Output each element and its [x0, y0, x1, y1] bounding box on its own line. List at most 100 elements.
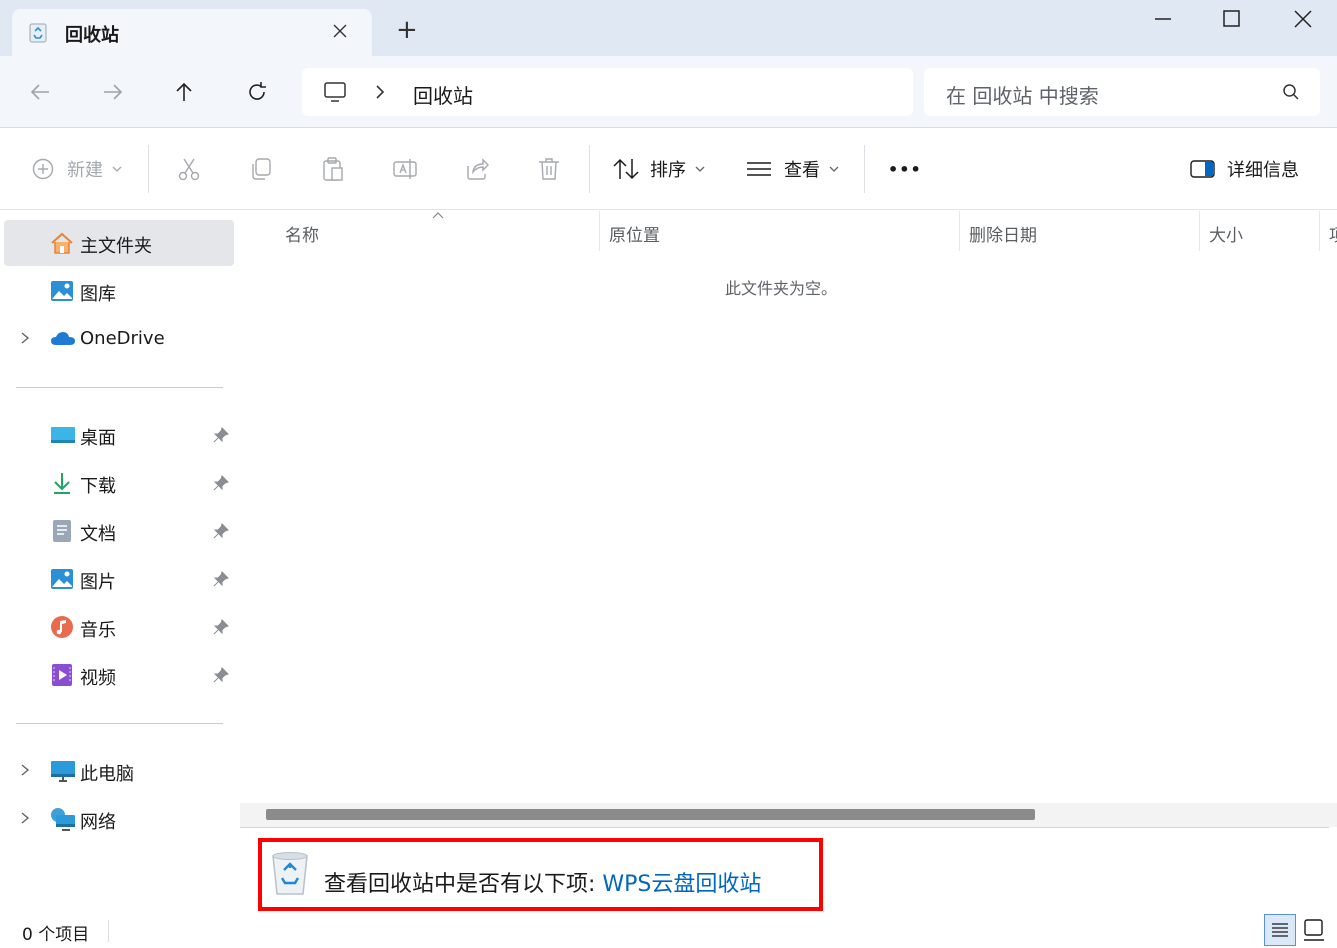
refresh-button[interactable]: [239, 74, 275, 110]
banner-prompt: 查看回收站中是否有以下项:: [324, 872, 603, 897]
desktop-icon: [50, 423, 75, 447]
sidebar-item-gallery[interactable]: 图库: [4, 268, 234, 314]
column-header-name[interactable]: 名称: [285, 221, 319, 246]
sidebar-item-this-pc[interactable]: 此电脑: [4, 748, 234, 794]
details-pane-icon: [1190, 160, 1215, 178]
tiles-view-icon: [1304, 919, 1324, 941]
paste-button[interactable]: [320, 153, 346, 185]
delete-button[interactable]: [536, 153, 562, 185]
gallery-icon: [50, 279, 74, 303]
close-window-button[interactable]: [1294, 10, 1312, 28]
breadcrumb[interactable]: 回收站: [413, 80, 473, 109]
plus-circle-icon: [32, 158, 54, 180]
pin-icon[interactable]: [212, 426, 230, 444]
chevron-right-icon[interactable]: [18, 811, 32, 825]
maximize-button[interactable]: [1223, 10, 1241, 28]
search-placeholder: 在 回收站 中搜索: [946, 84, 1099, 108]
details-view-icon: [1272, 923, 1288, 937]
sidebar-item-label: 此电脑: [80, 764, 134, 785]
pin-icon[interactable]: [212, 522, 230, 540]
download-icon: [50, 471, 74, 495]
more-options-button[interactable]: •••: [888, 153, 922, 185]
rename-button[interactable]: [392, 153, 418, 185]
document-icon: [50, 519, 74, 543]
sidebar-item-documents[interactable]: 文档: [4, 508, 234, 554]
tab-recycle-bin[interactable]: 回收站: [12, 9, 372, 56]
tiles-view-button[interactable]: [1300, 916, 1328, 944]
sidebar-item-music[interactable]: 音乐: [4, 604, 234, 650]
chevron-right-icon[interactable]: [374, 85, 386, 99]
toolbar-divider: [589, 145, 590, 193]
arrow-up-icon: [176, 82, 192, 101]
column-divider[interactable]: [1199, 211, 1200, 251]
sidebar-item-label: 主文件夹: [80, 236, 152, 257]
sidebar-item-network[interactable]: 网络: [4, 796, 234, 842]
pin-icon[interactable]: [212, 618, 230, 636]
search-icon: [1282, 83, 1300, 101]
view-button[interactable]: 查看: [746, 153, 840, 185]
chevron-down-icon: [829, 166, 839, 172]
copy-button[interactable]: [248, 153, 274, 185]
column-header-date-deleted[interactable]: 删除日期: [969, 221, 1037, 246]
cloud-icon: [50, 327, 75, 351]
sidebar-item-home[interactable]: 主文件夹: [4, 220, 234, 266]
column-header-original-location[interactable]: 原位置: [609, 221, 660, 246]
tab-close-icon[interactable]: [332, 23, 348, 39]
recycle-bin-icon: [270, 850, 310, 896]
pin-icon[interactable]: [212, 666, 230, 684]
home-icon: [50, 231, 74, 255]
sort-label: 排序: [650, 160, 686, 181]
status-bar: 0 个项目: [0, 914, 1337, 948]
sidebar-item-label: 网络: [80, 812, 116, 833]
column-divider[interactable]: [1319, 211, 1320, 251]
up-button[interactable]: [166, 74, 202, 110]
pictures-icon: [50, 567, 74, 591]
clipboard-icon: [323, 157, 343, 181]
sidebar-item-onedrive[interactable]: OneDrive: [4, 316, 234, 362]
cut-button[interactable]: [176, 153, 202, 185]
details-pane-button[interactable]: 详细信息: [1190, 153, 1299, 185]
back-button[interactable]: [22, 74, 58, 110]
column-header-size[interactable]: 大小: [1209, 221, 1243, 246]
sidebar-item-desktop[interactable]: 桌面: [4, 412, 234, 458]
empty-folder-message: 此文件夹为空。: [725, 279, 838, 298]
details-view-button[interactable]: [1264, 914, 1296, 946]
chevron-down-icon: [695, 166, 705, 172]
minimize-button[interactable]: [1154, 17, 1172, 21]
pin-icon[interactable]: [212, 474, 230, 492]
sidebar-item-downloads[interactable]: 下载: [4, 460, 234, 506]
sidebar-item-label: 文档: [80, 524, 116, 545]
video-icon: [50, 663, 74, 687]
scrollbar-thumb[interactable]: [266, 809, 1035, 820]
search-input[interactable]: 在 回收站 中搜索: [924, 68, 1320, 116]
new-label: 新建: [67, 160, 103, 181]
new-tab-button[interactable]: +: [396, 15, 418, 45]
column-divider[interactable]: [599, 211, 600, 251]
address-bar[interactable]: 回收站: [302, 68, 913, 116]
column-divider[interactable]: [959, 211, 960, 251]
wps-recycle-bin-banner: 查看回收站中是否有以下项: WPS云盘回收站: [258, 838, 823, 911]
banner-text: 查看回收站中是否有以下项: WPS云盘回收站: [324, 866, 761, 898]
pin-icon[interactable]: [212, 570, 230, 588]
navigation-bar: 回收站 在 回收站 中搜索: [0, 56, 1337, 128]
sidebar-item-videos[interactable]: 视频: [4, 652, 234, 698]
sidebar-divider: [16, 723, 223, 724]
sidebar-item-label: 图库: [80, 284, 116, 305]
arrow-right-icon: [104, 84, 123, 100]
more-label: •••: [888, 159, 922, 179]
forward-button[interactable]: [95, 74, 131, 110]
column-header-item-type[interactable]: 项: [1329, 221, 1337, 246]
sidebar-item-label: 下载: [80, 476, 116, 497]
wps-cloud-recycle-link[interactable]: WPS云盘回收站: [602, 872, 761, 897]
sidebar-item-pictures[interactable]: 图片: [4, 556, 234, 602]
new-button[interactable]: 新建: [32, 153, 123, 185]
share-button[interactable]: [464, 153, 490, 185]
sort-button[interactable]: 排序: [612, 153, 706, 185]
recycle-bin-icon: [28, 21, 48, 43]
trash-icon: [539, 158, 559, 180]
chevron-right-icon[interactable]: [18, 331, 32, 345]
chevron-right-icon[interactable]: [18, 763, 32, 777]
tab-title: 回收站: [65, 25, 119, 46]
toolbar-divider: [864, 145, 865, 193]
copy-icon: [252, 158, 271, 180]
